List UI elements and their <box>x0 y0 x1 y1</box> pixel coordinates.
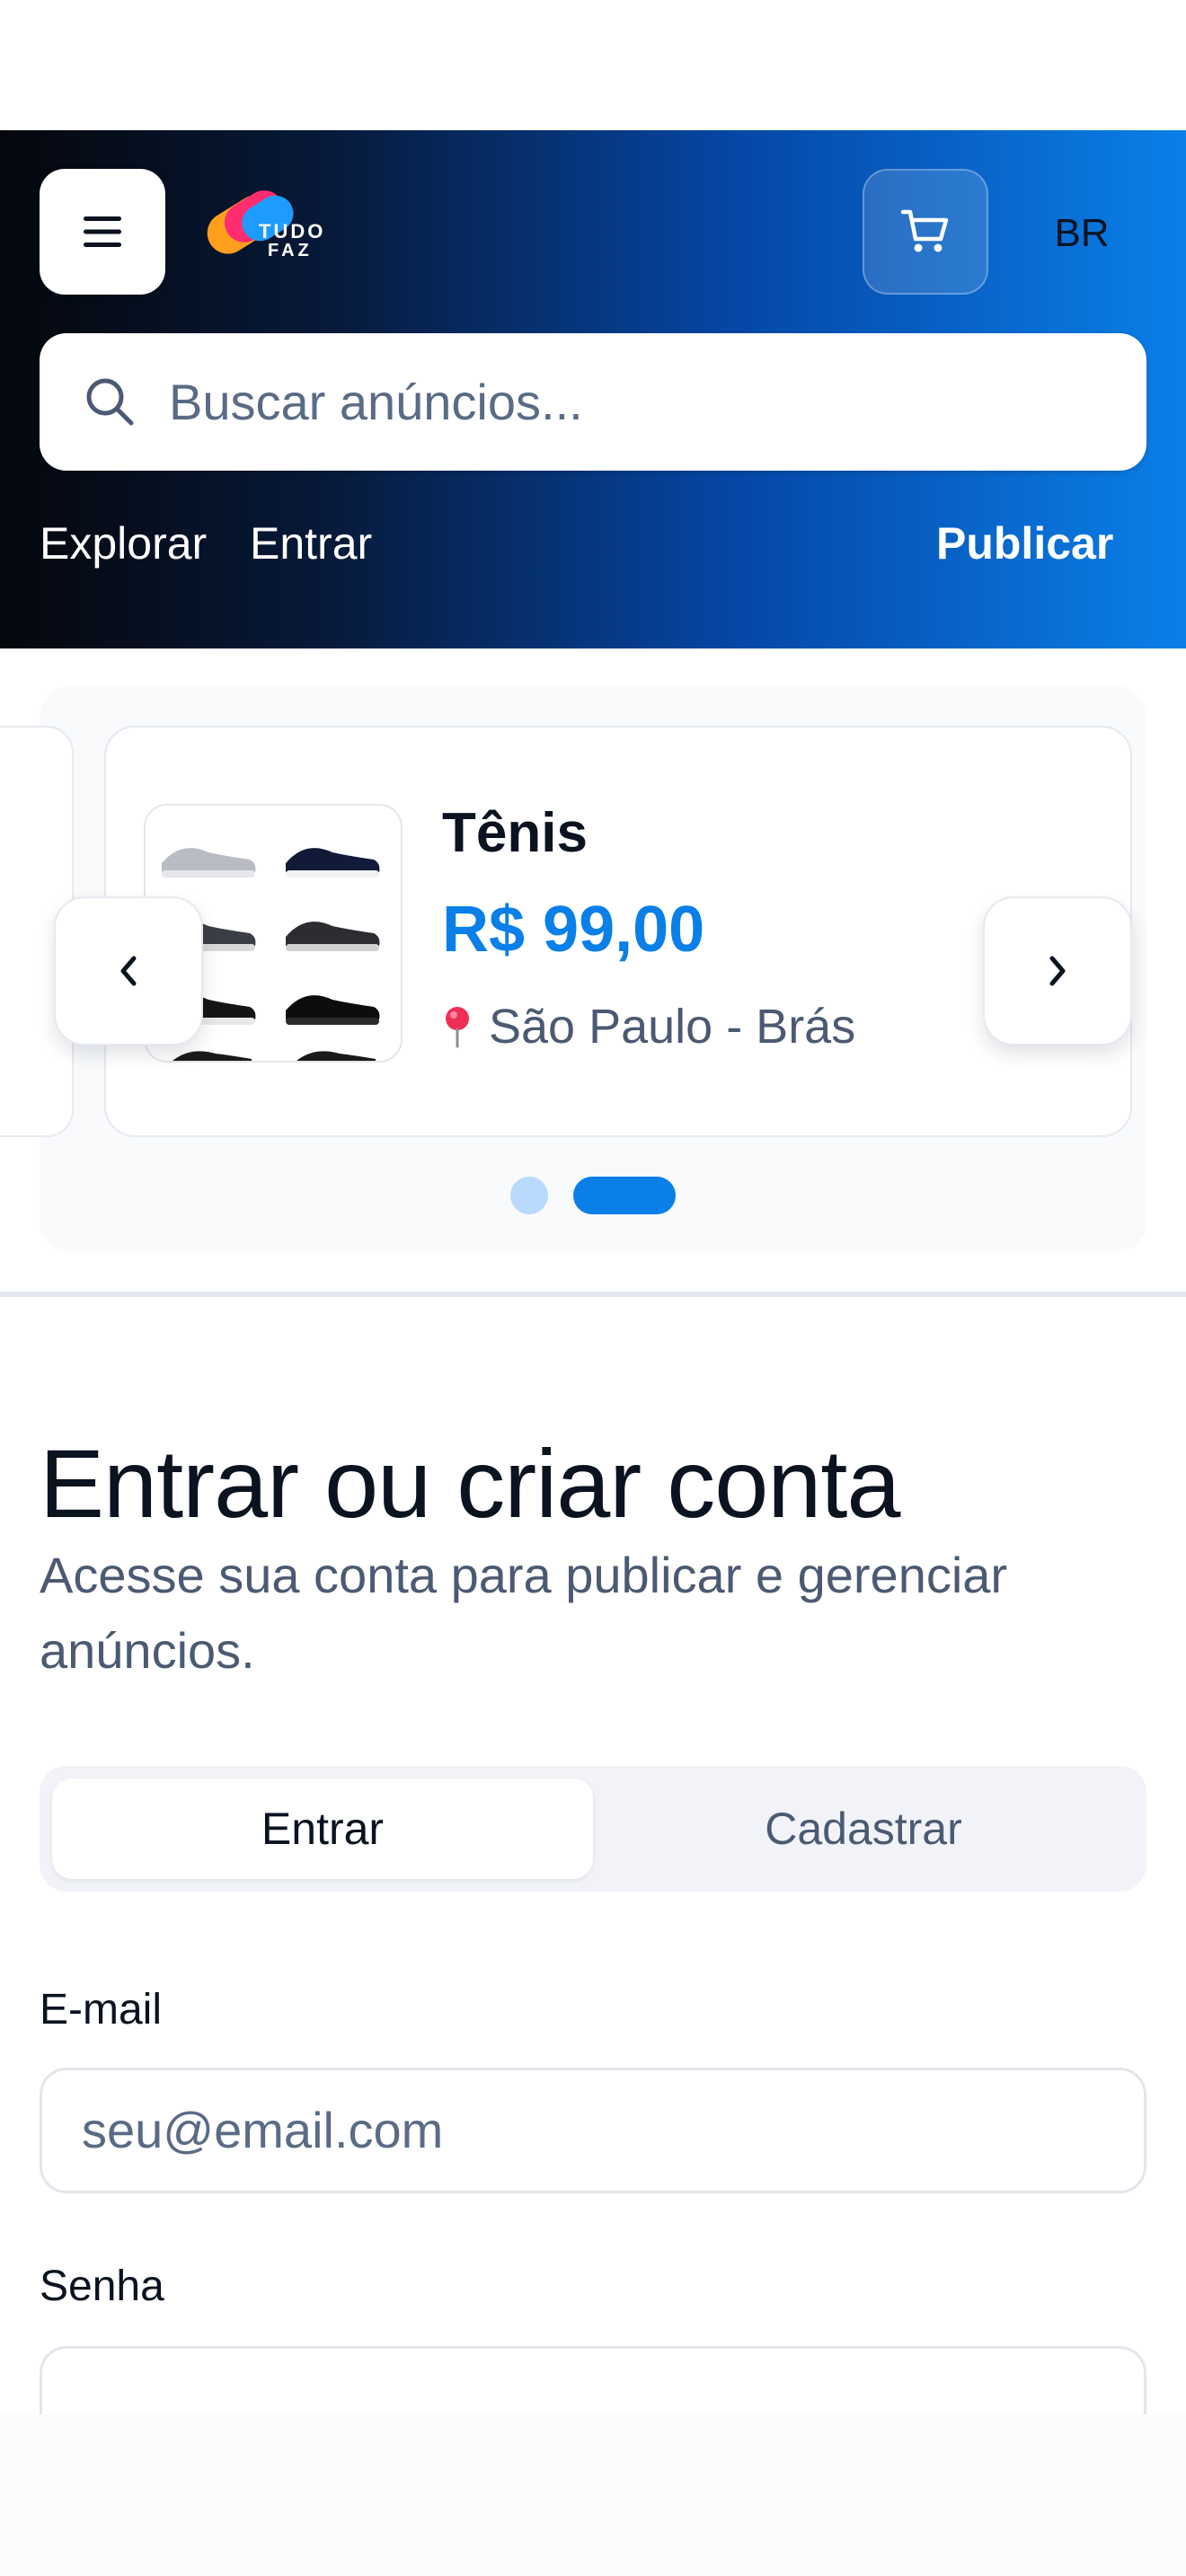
listing-price: R$ 99,00 <box>442 894 705 966</box>
search-icon <box>86 378 134 426</box>
listing-location-text: São Paulo - Brás <box>489 1000 856 1054</box>
auth-tabs: Entrar Cadastrar <box>40 1766 1146 1892</box>
nav-login-link[interactable]: Entrar <box>250 516 372 570</box>
cart-icon <box>900 209 949 252</box>
tab-login[interactable]: Entrar <box>52 1778 593 1879</box>
menu-button[interactable] <box>40 169 165 295</box>
logo-text-top: TUDO <box>259 220 325 243</box>
cart-button[interactable] <box>863 169 988 295</box>
email-field[interactable]: seu@email.com <box>40 2068 1146 2193</box>
chevron-left-icon <box>120 956 137 986</box>
nav-explore-link[interactable]: Explorar <box>40 516 207 570</box>
brand-logo[interactable]: TUDO FAZ <box>203 184 347 274</box>
tab-signup[interactable]: Cadastrar <box>593 1778 1134 1879</box>
carousel-prev-button[interactable] <box>54 896 203 1045</box>
location-pin-icon <box>446 1007 469 1048</box>
section-divider <box>0 1292 1186 1297</box>
page-bottom-area <box>0 2414 1186 2576</box>
language-selector[interactable]: BR <box>1028 202 1136 265</box>
search-placeholder: Buscar anúncios... <box>169 374 583 430</box>
email-label: E-mail <box>40 1986 163 2033</box>
top-header: TUDO FAZ BR Buscar anúncios... Explorar … <box>0 130 1186 648</box>
logo-text-bottom: FAZ <box>268 241 313 260</box>
password-label: Senha <box>40 2263 164 2310</box>
chevron-right-icon <box>1049 956 1066 986</box>
auth-subtitle: Acesse sua conta para publicar e gerenci… <box>40 1547 1008 1679</box>
listing-location: São Paulo - Brás <box>442 995 855 1058</box>
listing-title[interactable]: Tênis <box>442 799 588 868</box>
search-input[interactable]: Buscar anúncios... <box>40 333 1146 471</box>
carousel-next-button[interactable] <box>983 896 1132 1045</box>
menu-icon <box>84 216 121 247</box>
auth-title: Entrar ou criar conta <box>40 1429 900 1538</box>
nav-publish-link[interactable]: Publicar <box>936 516 1113 570</box>
carousel-dot-1[interactable] <box>510 1177 548 1214</box>
carousel-dot-2-active[interactable] <box>573 1177 676 1214</box>
